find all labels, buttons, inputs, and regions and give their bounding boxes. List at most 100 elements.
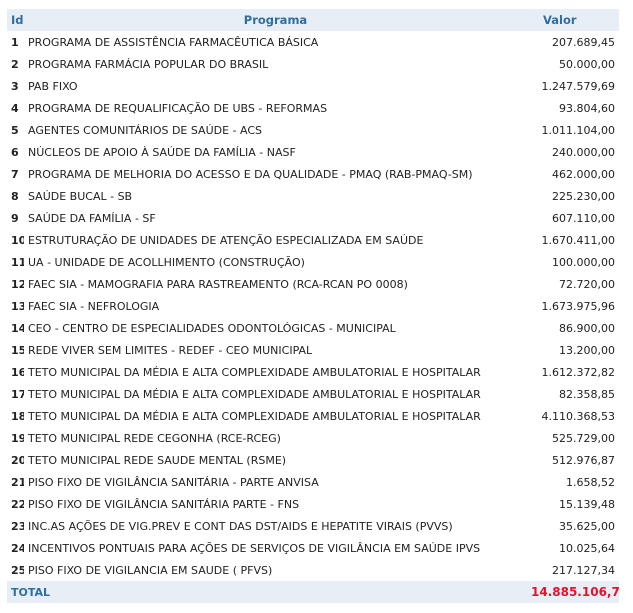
row-valor: 1.658,52 — [566, 475, 615, 489]
total-row: TOTAL 14.885.106,75 — [7, 581, 619, 603]
row-programa: PISO FIXO DE VIGILÂNCIA SANITÁRIA - PART… — [28, 475, 319, 489]
row-valor: 100.000,00 — [552, 255, 615, 269]
column-header-valor[interactable]: Valor — [527, 9, 619, 31]
column-header-id[interactable]: Id — [7, 9, 24, 31]
row-valor: 1.247.579,69 — [541, 79, 615, 93]
table-row: 6 NÚCLEOS DE APOIO À SAÚDE DA FAMÍLIA - N… — [7, 141, 619, 163]
row-valor: 72.720,00 — [559, 277, 615, 291]
row-programa: CEO - CENTRO DE ESPECIALIDADES ODONTOLÓG… — [28, 321, 396, 335]
row-programa: TETO MUNICIPAL REDE SAUDE MENTAL (RSME) — [28, 453, 287, 467]
row-id: 23 — [11, 519, 24, 533]
row-programa: PISO FIXO DE VIGILANCIA EM SAUDE ( PFVS) — [28, 563, 273, 577]
row-programa: SAÚDE BUCAL - SB — [28, 189, 133, 203]
row-id: 19 — [11, 431, 24, 445]
row-programa: TETO MUNICIPAL DA MÉDIA E ALTA COMPLEXID… — [28, 365, 481, 379]
row-valor: 10.025,64 — [559, 541, 615, 555]
table-row: 23 INC.AS AÇÕES DE VIG.PREV E CONT DAS DS… — [7, 515, 619, 537]
table-row: 9 SAÚDE DA FAMÍLIA - SF 607.110,00 — [7, 207, 619, 229]
row-id: 10 — [11, 233, 24, 247]
table-row: 4 PROGRAMA DE REQUALIFICAÇÃO DE UBS - REF… — [7, 97, 619, 119]
table-header: Id Programa Valor — [7, 9, 619, 31]
row-id: 21 — [11, 475, 24, 489]
row-programa: TETO MUNICIPAL DA MÉDIA E ALTA COMPLEXID… — [28, 387, 481, 401]
row-valor: 1.673.975,96 — [541, 299, 615, 313]
table-row: 8 SAÚDE BUCAL - SB 225.230,00 — [7, 185, 619, 207]
total-value: 14.885.106,75 — [531, 585, 619, 599]
row-valor: 86.900,00 — [559, 321, 615, 335]
row-programa: PISO FIXO DE VIGILÂNCIA SANITÁRIA PARTE … — [28, 497, 300, 511]
row-programa: NÚCLEOS DE APOIO À SAÚDE DA FAMÍLIA - NA… — [28, 145, 296, 159]
row-id: 4 — [11, 101, 19, 115]
table-row: 3 PAB FIXO 1.247.579,69 — [7, 75, 619, 97]
row-programa: ESTRUTURAÇÃO DE UNIDADES DE ATENÇÃO ESPE… — [28, 233, 424, 247]
row-id: 16 — [11, 365, 24, 379]
row-valor: 4.110.368,53 — [541, 409, 615, 423]
table-footer: TOTAL 14.885.106,75 — [7, 581, 619, 603]
row-valor: 82.358,85 — [559, 387, 615, 401]
table-row: 1 PROGRAMA DE ASSISTÊNCIA FARMACÊUTICA BÁ… — [7, 31, 619, 53]
row-valor: 13.200,00 — [559, 343, 615, 357]
row-programa: UA - UNIDADE DE ACOLLHIMENTO (CONSTRUÇÃO… — [28, 255, 305, 269]
row-valor: 240.000,00 — [552, 145, 615, 159]
table-row: 20 TETO MUNICIPAL REDE SAUDE MENTAL (RSME… — [7, 449, 619, 471]
table-body: 1 PROGRAMA DE ASSISTÊNCIA FARMACÊUTICA BÁ… — [7, 31, 619, 581]
table-row: 25 PISO FIXO DE VIGILANCIA EM SAUDE ( PFV… — [7, 559, 619, 581]
table-row: 13 FAEC SIA - NEFROLOGIA 1.673.975,96 — [7, 295, 619, 317]
row-programa: PROGRAMA DE MELHORIA DO ACESSO E DA QUAL… — [28, 167, 473, 181]
programs-table: Id Programa Valor 1 PROGRAMA DE ASSISTÊNC… — [7, 9, 619, 603]
row-id: 3 — [11, 79, 19, 93]
header-row: Id Programa Valor — [7, 9, 619, 31]
row-valor: 462.000,00 — [552, 167, 615, 181]
row-programa: PROGRAMA FARMÁCIA POPULAR DO BRASIL — [28, 57, 269, 71]
table-row: 19 TETO MUNICIPAL REDE CEGONHA (RCE-RCEG)… — [7, 427, 619, 449]
table-row: 16 TETO MUNICIPAL DA MÉDIA E ALTA COMPLEX… — [7, 361, 619, 383]
row-programa: PAB FIXO — [28, 79, 78, 93]
table-row: 24 INCENTIVOS PONTUAIS PARA AÇÕES DE SERV… — [7, 537, 619, 559]
table-row: 10 ESTRUTURAÇÃO DE UNIDADES DE ATENÇÃO ES… — [7, 229, 619, 251]
row-programa: AGENTES COMUNITÁRIOS DE SAÚDE - ACS — [28, 123, 263, 137]
row-valor: 225.230,00 — [552, 189, 615, 203]
total-label: TOTAL — [11, 585, 51, 599]
row-id: 7 — [11, 167, 19, 181]
row-valor: 217.127,34 — [552, 563, 615, 577]
row-valor: 1.670.411,00 — [541, 233, 615, 247]
row-valor: 35.625,00 — [559, 519, 615, 533]
row-valor: 525.729,00 — [552, 431, 615, 445]
column-header-programa[interactable]: Programa — [24, 9, 527, 31]
table-row: 7 PROGRAMA DE MELHORIA DO ACESSO E DA QUA… — [7, 163, 619, 185]
row-programa: REDE VIVER SEM LIMITES - REDEF - CEO MUN… — [28, 343, 313, 357]
table-row: 21 PISO FIXO DE VIGILÂNCIA SANITÁRIA - PA… — [7, 471, 619, 493]
row-valor: 207.689,45 — [552, 35, 615, 49]
row-id: 8 — [11, 189, 19, 203]
row-programa: PROGRAMA DE ASSISTÊNCIA FARMACÊUTICA BÁS… — [28, 35, 319, 49]
row-programa: FAEC SIA - MAMOGRAFIA PARA RASTREAMENTO … — [28, 277, 408, 291]
row-valor: 15.139,48 — [559, 497, 615, 511]
table-row: 14 CEO - CENTRO DE ESPECIALIDADES ODONTOL… — [7, 317, 619, 339]
row-programa: SAÚDE DA FAMÍLIA - SF — [28, 211, 156, 225]
row-id: 20 — [11, 453, 24, 467]
row-id: 25 — [11, 563, 24, 577]
row-id: 12 — [11, 277, 24, 291]
row-id: 18 — [11, 409, 24, 423]
row-programa: INCENTIVOS PONTUAIS PARA AÇÕES DE SERVIÇ… — [28, 541, 481, 555]
row-valor: 50.000,00 — [559, 57, 615, 71]
table-row: 2 PROGRAMA FARMÁCIA POPULAR DO BRASIL 50.0… — [7, 53, 619, 75]
row-valor: 1.612.372,82 — [541, 365, 615, 379]
row-programa: INC.AS AÇÕES DE VIG.PREV E CONT DAS DST/… — [28, 519, 453, 533]
table-row: 11 UA - UNIDADE DE ACOLLHIMENTO (CONSTRUÇ… — [7, 251, 619, 273]
row-programa: TETO MUNICIPAL REDE CEGONHA (RCE-RCEG) — [28, 431, 281, 445]
row-id: 14 — [11, 321, 24, 335]
row-id: 5 — [11, 123, 19, 137]
row-id: 15 — [11, 343, 24, 357]
row-id: 2 — [11, 57, 19, 71]
row-id: 6 — [11, 145, 19, 159]
table-row: 17 TETO MUNICIPAL DA MÉDIA E ALTA COMPLEX… — [7, 383, 619, 405]
row-valor: 512.976,87 — [552, 453, 615, 467]
row-programa: TETO MUNICIPAL DA MÉDIA E ALTA COMPLEXID… — [28, 409, 481, 423]
row-valor: 607.110,00 — [552, 211, 615, 225]
row-id: 13 — [11, 299, 24, 313]
row-id: 17 — [11, 387, 24, 401]
table-row: 18 TETO MUNICIPAL DA MÉDIA E ALTA COMPLEX… — [7, 405, 619, 427]
row-id: 11 — [11, 255, 24, 269]
table-row: 12 FAEC SIA - MAMOGRAFIA PARA RASTREAMENT… — [7, 273, 619, 295]
